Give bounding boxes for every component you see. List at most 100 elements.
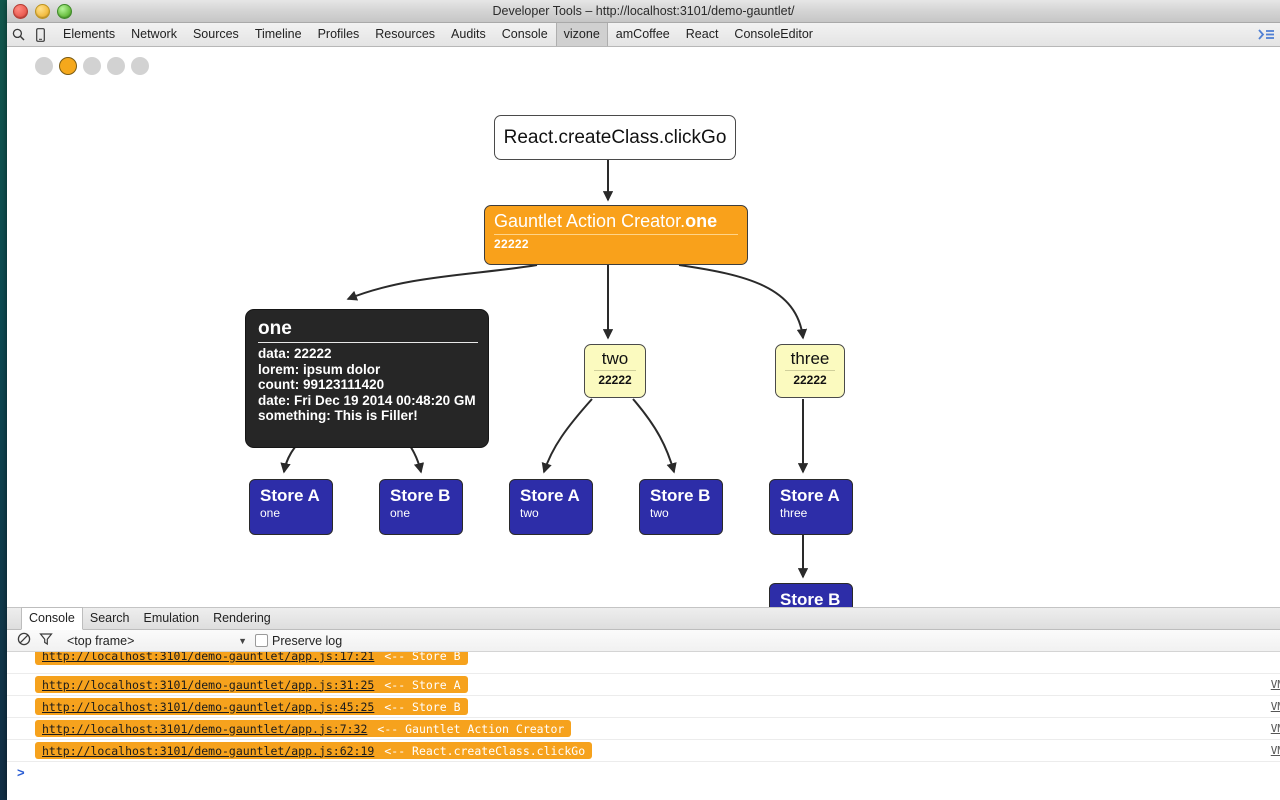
frame-select-value: <top frame> xyxy=(67,633,135,648)
node-title-bold: one xyxy=(685,211,718,231)
panel-tab-timeline[interactable]: Timeline xyxy=(247,23,310,46)
console-message-pill[interactable]: http://localhost:3101/demo-gauntlet/app.… xyxy=(35,720,572,737)
devtools-toolbar: Elements Network Sources Timeline Profil… xyxy=(7,23,1280,47)
console-source-link[interactable]: http://localhost:3101/demo-gauntlet/app.… xyxy=(42,700,374,714)
show-drawer-icon[interactable] xyxy=(1258,28,1280,41)
console-vm-link[interactable]: VM xyxy=(1271,722,1280,735)
panel-tab-vizone[interactable]: vizone xyxy=(555,23,608,46)
drawer-tab-emulation[interactable]: Emulation xyxy=(136,608,206,629)
filter-funnel-icon[interactable] xyxy=(39,632,53,649)
node-title: Store B xyxy=(650,486,711,505)
node-title: Store B xyxy=(390,486,451,505)
console-row[interactable]: http://localhost:3101/demo-gauntlet/app.… xyxy=(7,740,1280,762)
node-label: React.createClass.clickGo xyxy=(503,126,727,148)
console-message-pill[interactable]: http://localhost:3101/demo-gauntlet/app.… xyxy=(35,698,468,715)
chevron-right-icon: > xyxy=(17,764,25,780)
magnifier-icon[interactable] xyxy=(7,23,29,46)
drawer-tabs: Console Search Emulation Rendering xyxy=(7,607,1280,630)
panel-tab-resources[interactable]: Resources xyxy=(367,23,443,46)
node-value: 22222 xyxy=(598,373,632,387)
panel-tabs: Elements Network Sources Timeline Profil… xyxy=(55,23,821,46)
tooltip-title: one xyxy=(258,317,478,343)
console-message-pill[interactable]: http://localhost:3101/demo-gauntlet/app.… xyxy=(35,652,468,665)
window-titlebar: Developer Tools – http://localhost:3101/… xyxy=(7,0,1280,23)
drawer-tab-search[interactable]: Search xyxy=(83,608,137,629)
drawer-tab-rendering[interactable]: Rendering xyxy=(206,608,278,629)
console-message-text: <-- Store B xyxy=(384,652,461,663)
node-title-plain: Gauntlet Action Creator. xyxy=(494,211,686,231)
panel-tab-console[interactable]: Console xyxy=(494,23,556,46)
tooltip-row-something: something: This is Filler! xyxy=(258,408,418,424)
execution-context-select[interactable]: <top frame> ▼ xyxy=(67,634,247,648)
console-message-list: http://localhost:3101/demo-gauntlet/app.… xyxy=(7,652,1280,762)
node-subtitle: three xyxy=(780,506,808,520)
console-row[interactable]: http://localhost:3101/demo-gauntlet/app.… xyxy=(7,718,1280,740)
node-subtitle: two xyxy=(650,506,669,520)
node-gauntlet-action-creator[interactable]: Gauntlet Action Creator.one 22222 xyxy=(484,205,748,265)
console-prompt[interactable]: > xyxy=(7,762,1280,782)
node-store-a-three[interactable]: Store A three xyxy=(769,479,853,535)
tooltip-row-count: count: 99123111420 xyxy=(258,377,385,393)
drawer-tab-console[interactable]: Console xyxy=(21,607,83,630)
console-source-link[interactable]: http://localhost:3101/demo-gauntlet/app.… xyxy=(42,652,374,663)
chevron-down-icon: ▼ xyxy=(238,635,247,646)
node-title: Store B xyxy=(780,590,841,608)
console-row[interactable]: http://localhost:3101/demo-gauntlet/app.… xyxy=(7,696,1280,718)
console-message-pill[interactable]: http://localhost:3101/demo-gauntlet/app.… xyxy=(35,742,593,759)
console-row[interactable]: http://localhost:3101/demo-gauntlet/app.… xyxy=(7,674,1280,696)
node-store-b-three[interactable]: Store B three xyxy=(769,583,853,608)
tooltip-row-lorem: lorem: ipsum dolor xyxy=(258,361,381,377)
clear-console-icon[interactable] xyxy=(17,632,31,649)
device-mode-icon[interactable] xyxy=(29,23,51,46)
console-message-text: <-- Gauntlet Action Creator xyxy=(377,721,565,736)
console-row[interactable]: http://localhost:3101/demo-gauntlet/app.… xyxy=(7,652,1280,674)
panel-tab-elements[interactable]: Elements xyxy=(55,23,123,46)
visualization-pane: React.createClass.clickGo Gauntlet Actio… xyxy=(7,47,1280,608)
console-message-text: <-- Store B xyxy=(384,699,461,714)
window-title: Developer Tools – http://localhost:3101/… xyxy=(492,4,795,18)
node-store-a-two[interactable]: Store A two xyxy=(509,479,593,535)
node-value: 22222 xyxy=(494,237,529,251)
panel-tab-consoleeditor[interactable]: ConsoleEditor xyxy=(726,23,821,46)
node-value: 22222 xyxy=(793,373,827,387)
panel-tab-audits[interactable]: Audits xyxy=(443,23,494,46)
node-subtitle: one xyxy=(260,506,281,520)
console-source-link[interactable]: http://localhost:3101/demo-gauntlet/app.… xyxy=(42,722,367,736)
preserve-log-toggle[interactable]: Preserve log xyxy=(255,634,342,648)
console-source-link[interactable]: http://localhost:3101/demo-gauntlet/app.… xyxy=(42,744,374,758)
node-subtitle: two xyxy=(520,506,539,520)
panel-tab-react[interactable]: React xyxy=(678,23,727,46)
console-message-text: <-- React.createClass.clickGo xyxy=(384,743,586,758)
node-title: two xyxy=(594,349,636,371)
console-vm-link[interactable]: VM xyxy=(1271,700,1280,713)
node-subtitle: one xyxy=(390,506,411,520)
node-detail-tooltip[interactable]: one data: 22222 lorem: ipsum dolor count… xyxy=(245,309,489,448)
node-store-b-two[interactable]: Store B two xyxy=(639,479,723,535)
node-three[interactable]: three 22222 xyxy=(775,344,845,398)
node-title: Store A xyxy=(260,486,320,505)
console-message-pill[interactable]: http://localhost:3101/demo-gauntlet/app.… xyxy=(35,676,468,693)
devtools-window: Developer Tools – http://localhost:3101/… xyxy=(7,0,1280,800)
node-title: Store A xyxy=(520,486,580,505)
panel-tab-amcoffee[interactable]: amCoffee xyxy=(608,23,678,46)
preserve-log-checkbox[interactable] xyxy=(255,634,268,647)
node-title: three xyxy=(785,349,835,371)
console-message-text: <-- Store A xyxy=(384,677,461,692)
preserve-log-label: Preserve log xyxy=(272,633,343,648)
tooltip-row-data: data: 22222 xyxy=(258,346,332,361)
node-store-b-one[interactable]: Store B one xyxy=(379,479,463,535)
node-store-a-one[interactable]: Store A one xyxy=(249,479,333,535)
node-title: Gauntlet Action Creator.one xyxy=(494,211,738,235)
console-source-link[interactable]: http://localhost:3101/demo-gauntlet/app.… xyxy=(42,678,374,692)
panel-tab-network[interactable]: Network xyxy=(123,23,185,46)
node-react-createclass-clickgo[interactable]: React.createClass.clickGo xyxy=(494,115,736,160)
console-drawer: Console Search Emulation Rendering <top … xyxy=(7,607,1280,782)
console-vm-link[interactable]: VM xyxy=(1271,744,1280,757)
tooltip-row-date: date: Fri Dec 19 2014 00:48:20 GM xyxy=(258,392,476,408)
panel-tab-profiles[interactable]: Profiles xyxy=(310,23,368,46)
panel-tab-sources[interactable]: Sources xyxy=(185,23,247,46)
console-toolbar: <top frame> ▼ Preserve log xyxy=(7,630,1280,652)
node-two[interactable]: two 22222 xyxy=(584,344,646,398)
node-title: Store A xyxy=(780,486,840,505)
console-vm-link[interactable]: VM xyxy=(1271,678,1280,691)
